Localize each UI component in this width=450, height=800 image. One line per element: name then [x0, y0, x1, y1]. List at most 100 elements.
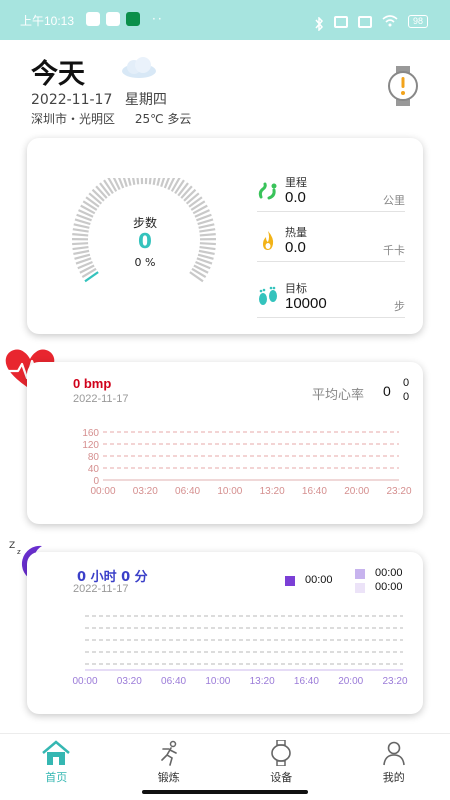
nav-device[interactable]: 设备: [225, 734, 338, 785]
heart-x-tick: 20:00: [344, 486, 369, 497]
heart-x-tick: 03:20: [133, 486, 158, 497]
legend-deep-value: 00:00: [305, 574, 333, 586]
metric-goal: 目标 10000 步: [257, 276, 405, 318]
green-app-icon: [126, 12, 140, 26]
sleep-date: 2022-11-17: [73, 583, 129, 595]
sleep-card[interactable]: 0 小时 0 分 2022-11-17 00:00 00:00 00:00 00…: [27, 552, 423, 714]
gauge-tick: [199, 233, 216, 237]
heart-x-tick: 00:00: [90, 486, 115, 497]
weather: 25℃ 多云: [134, 112, 192, 126]
play-store-icon: [106, 12, 120, 26]
gauge-tick: [72, 228, 89, 233]
heart-x-tick: 23:20: [386, 486, 411, 497]
gauge-tick: [148, 178, 152, 185]
gauge-tick: [156, 178, 161, 186]
heart-y-tick: 80: [88, 452, 100, 463]
gauge-tick: [91, 188, 105, 202]
distance-icon: [258, 182, 277, 200]
metric-label: 热量: [285, 226, 307, 239]
footprints-icon: [259, 286, 277, 305]
current-date: 2022-11-17: [31, 92, 113, 108]
legend-deep-swatch: [285, 576, 295, 586]
status-bar: 上午10:13 ·· 98: [0, 0, 450, 40]
gauge-tick: [199, 228, 216, 233]
sim-off-icon: [357, 15, 372, 28]
nav-label: 锻炼: [157, 771, 180, 784]
home-icon: [42, 740, 71, 765]
heart-x-tick: 16:40: [302, 486, 327, 497]
cloud-icon: [122, 57, 156, 78]
metric-label: 目标: [285, 282, 307, 295]
metric-label: 里程: [285, 176, 307, 189]
heart-rate-value: 0 bmp: [73, 376, 112, 391]
gauge-tick: [127, 178, 132, 186]
heart-x-tick: 13:20: [260, 486, 285, 497]
download-icon: [86, 12, 100, 26]
steps-percent: 0 %: [134, 256, 156, 269]
weekday: 星期四: [124, 92, 167, 108]
gauge-tick: [72, 242, 89, 246]
bottom-nav: 首页 锻炼 设备 我的: [0, 733, 450, 785]
location-weather-line: 深圳市・光明区 25℃ 多云: [31, 110, 191, 127]
steps-value: 0: [138, 229, 152, 253]
sleep-x-tick: 10:00: [205, 676, 230, 687]
gauge-tick: [136, 178, 140, 185]
gauge-tick: [72, 233, 89, 237]
nav-exercise[interactable]: 锻炼: [113, 734, 226, 785]
vibrate-off-icon: [333, 15, 348, 28]
watch-icon: [271, 740, 292, 766]
location: 深圳市・光明区: [31, 112, 116, 126]
flame-icon: [263, 231, 274, 250]
gauge-tick: [74, 253, 91, 260]
nav-label: 设备: [270, 771, 293, 784]
watch-alert-icon[interactable]: [386, 66, 420, 106]
running-icon: [160, 740, 177, 766]
heart-y-tick: 40: [88, 464, 100, 475]
metric-calories: 热量 0.0 千卡: [257, 220, 405, 262]
metric-value: 10000: [285, 295, 327, 312]
steps-card[interactable]: 步数 0 0 % 里程 0.0 公里 热量 0.0 千卡 目标 10000 步: [27, 138, 423, 334]
nav-label: 我的: [382, 771, 405, 784]
metric-unit: 步: [394, 300, 405, 313]
min-heart-rate: 0: [403, 391, 410, 403]
avg-heart-rate-label: 平均心率: [312, 388, 365, 403]
sleep-x-tick: 06:40: [161, 676, 186, 687]
svg-text:Z: Z: [9, 541, 15, 551]
metric-unit: 千卡: [383, 244, 405, 257]
heart-x-tick: 06:40: [175, 486, 200, 497]
metric-value: 0.0: [285, 239, 306, 256]
legend-awake-swatch: [355, 583, 365, 593]
metric-unit: 公里: [383, 194, 405, 207]
nav-home[interactable]: 首页: [0, 734, 113, 785]
home-indicator[interactable]: [142, 790, 308, 794]
gauge-tick: [152, 178, 156, 186]
gauge-tick: [197, 253, 214, 260]
heart-rate-date: 2022-11-17: [73, 393, 129, 405]
status-system-icons: 98: [314, 12, 428, 32]
gauge-tick: [199, 242, 216, 246]
heart-y-tick: 160: [82, 428, 99, 439]
gauge-tick: [198, 249, 215, 256]
legend-awake-value: 00:00: [375, 581, 403, 593]
svg-text:z: z: [17, 548, 21, 556]
sleep-x-tick: 13:20: [250, 676, 275, 687]
wifi-icon: [382, 12, 398, 31]
status-time: 上午10:13: [20, 14, 75, 28]
sleep-x-tick: 16:40: [294, 676, 319, 687]
legend-light-swatch: [355, 569, 365, 579]
max-heart-rate: 0: [403, 377, 410, 389]
gauge-tick: [183, 188, 197, 202]
sleep-x-tick: 23:20: [382, 676, 407, 687]
nav-profile[interactable]: 我的: [338, 734, 450, 785]
heart-rate-card[interactable]: 0 bmp 2022-11-17 平均心率 0 0 0 160 120 80 40 0 0…: [27, 362, 423, 524]
status-notification-icons: ··: [86, 12, 164, 26]
nav-label: 首页: [45, 771, 68, 784]
metric-value: 0.0: [285, 189, 306, 206]
heart-rate-max-min: 0 0: [403, 376, 409, 404]
gauge-tick: [72, 245, 89, 251]
gauge-tick: [73, 223, 90, 229]
gauge-tick: [73, 249, 90, 256]
sleep-chart: 00:00 03:20 06:40 10:00 13:20 16:40 20:00 23:20: [72, 615, 408, 687]
gauge-tick: [199, 245, 216, 251]
gauge-tick: [198, 223, 215, 229]
